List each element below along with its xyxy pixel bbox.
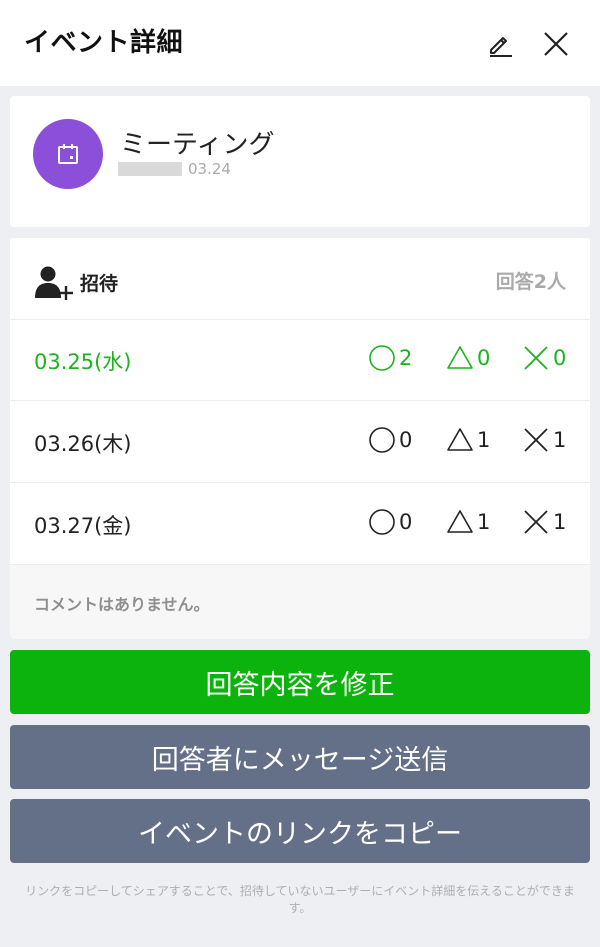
ok-count: 0 — [399, 510, 413, 534]
circle-icon — [369, 427, 395, 453]
cross-icon — [524, 510, 548, 534]
response-maybe: 0 — [446, 344, 490, 372]
date-label: 03.25(水) — [34, 350, 132, 374]
invite-header[interactable]: 招待 回答2人 — [10, 238, 590, 320]
event-date: 03.24 — [188, 160, 231, 178]
response-ok: 0 — [368, 508, 412, 536]
response-no: 1 — [522, 508, 566, 536]
triangle-icon — [447, 510, 473, 533]
redacted-text — [118, 162, 182, 176]
maybe-count: 1 — [477, 510, 491, 534]
no-count: 1 — [553, 510, 567, 534]
response-no: 1 — [522, 426, 566, 454]
circle-icon — [369, 509, 395, 535]
edit-answer-button[interactable]: 回答内容を修正 — [10, 650, 590, 714]
page-title: イベント詳細 — [24, 28, 184, 58]
cross-icon — [524, 428, 548, 452]
event-title: ミーティング — [120, 130, 275, 160]
triangle-icon — [447, 346, 473, 369]
cross-icon — [524, 346, 548, 370]
circle-icon — [369, 345, 395, 371]
close-icon — [544, 32, 568, 56]
invite-label: 招待 — [80, 273, 119, 295]
no-count: 0 — [553, 346, 567, 370]
date-row[interactable]: 03.25(水) 2 0 0 — [10, 320, 590, 401]
date-label: 03.27(金) — [34, 514, 132, 538]
maybe-count: 0 — [477, 346, 491, 370]
response-maybe: 1 — [446, 426, 490, 454]
calendar-icon — [58, 144, 78, 164]
invite-card: 招待 回答2人 03.25(水) 2 0 0 03.26(木) 0 1 1 03… — [10, 238, 590, 639]
date-row[interactable]: 03.27(金) 0 1 1 — [10, 484, 590, 565]
response-no: 0 — [522, 344, 566, 372]
ok-count: 0 — [399, 428, 413, 452]
response-ok: 0 — [368, 426, 412, 454]
response-count: 回答2人 — [495, 271, 566, 293]
close-button[interactable] — [536, 24, 576, 64]
share-note: リンクをコピーしてシェアすることで、招待していないユーザーにイベント詳細を伝える… — [25, 884, 575, 915]
event-card: ミーティング 03.24 — [10, 96, 590, 227]
comment-area: コメントはありません。 — [10, 565, 590, 639]
pencil-icon — [490, 37, 512, 57]
message-respondents-button[interactable]: 回答者にメッセージ送信 — [10, 725, 590, 789]
copy-link-button[interactable]: イベントのリンクをコピー — [10, 799, 590, 863]
date-row[interactable]: 03.26(木) 0 1 1 — [10, 402, 590, 483]
event-avatar — [33, 119, 103, 189]
no-comments-text: コメントはありません。 — [34, 595, 210, 614]
response-maybe: 1 — [446, 508, 490, 536]
maybe-count: 1 — [477, 428, 491, 452]
add-user-icon — [35, 266, 73, 300]
response-ok: 2 — [368, 344, 412, 372]
date-label: 03.26(木) — [34, 432, 132, 456]
edit-button[interactable] — [480, 24, 520, 64]
header-bar: イベント詳細 — [0, 0, 600, 86]
no-count: 1 — [553, 428, 567, 452]
ok-count: 2 — [399, 346, 413, 370]
triangle-icon — [447, 428, 473, 451]
